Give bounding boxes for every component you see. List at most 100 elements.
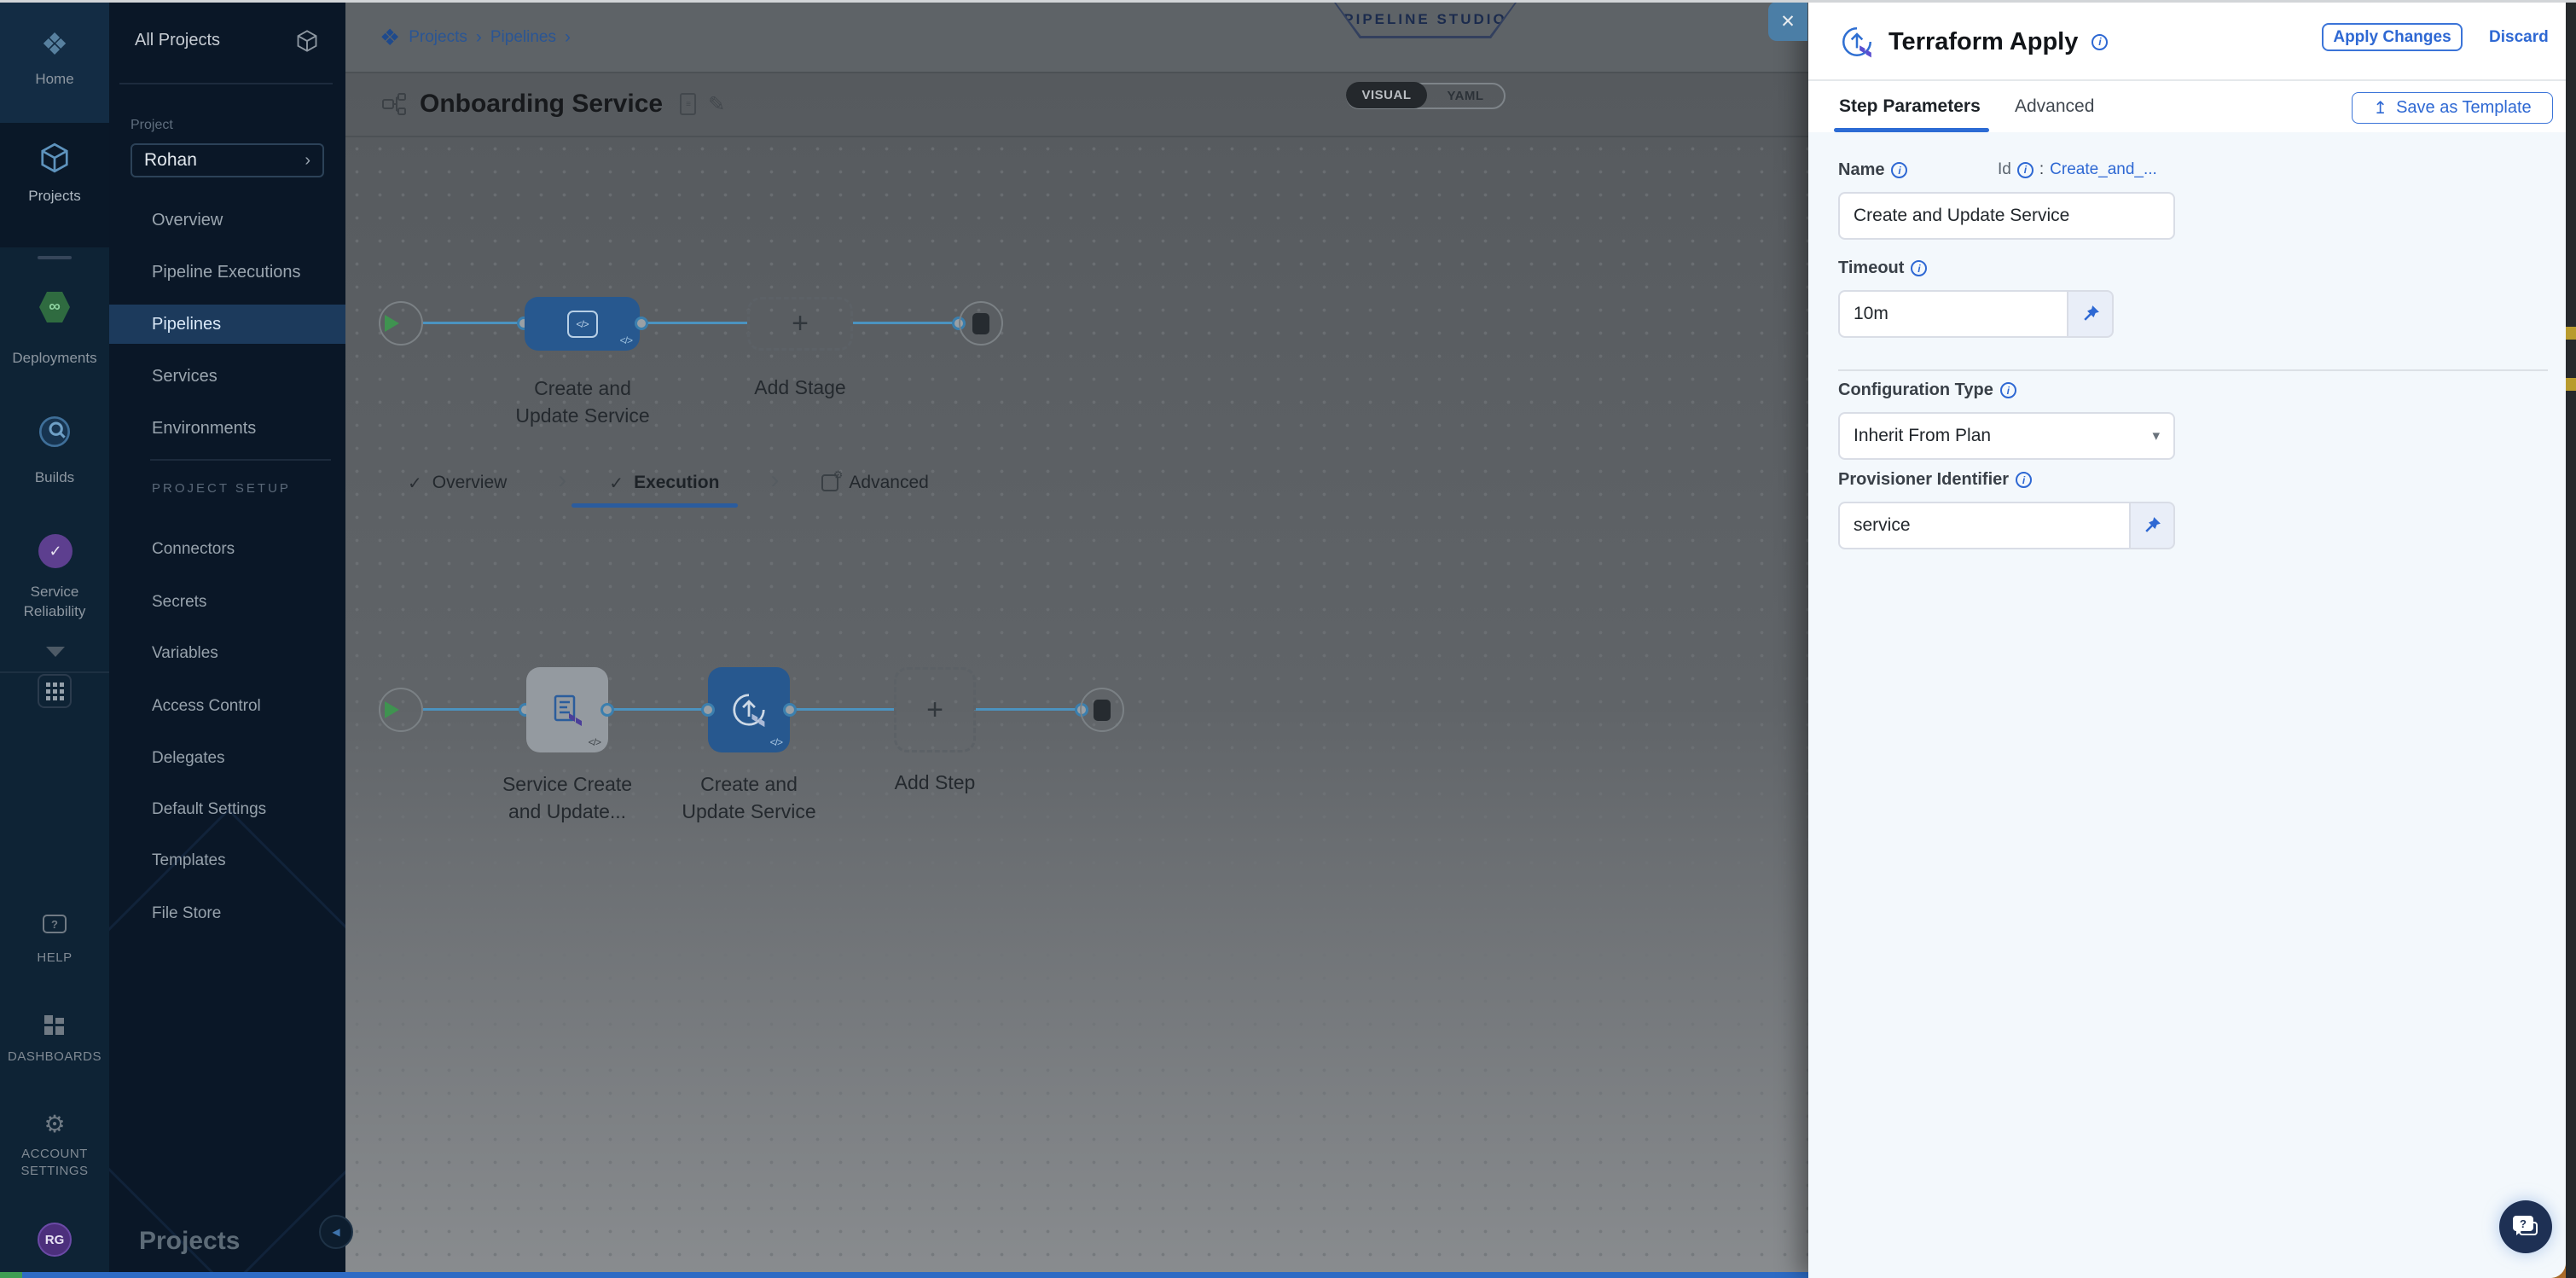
info-icon[interactable]: i xyxy=(2017,162,2034,178)
save-as-template-button[interactable]: ↥ Save as Template xyxy=(2352,92,2553,124)
id-value-link[interactable]: Create_and_... xyxy=(2050,160,2157,179)
sidebar-item-overview[interactable]: Overview xyxy=(152,211,223,230)
tab-advanced[interactable]: Advanced xyxy=(849,473,928,493)
info-icon[interactable]: i xyxy=(2000,382,2016,398)
info-icon[interactable]: i xyxy=(2016,472,2032,488)
breadcrumb-projects-link[interactable]: Projects xyxy=(409,28,467,47)
pin-icon xyxy=(2143,516,2161,535)
sidebar-all-projects[interactable]: All Projects xyxy=(135,31,220,50)
rail-divider xyxy=(38,256,72,259)
rail-item-service-reliability[interactable]: ✓ Service Reliability xyxy=(0,531,109,633)
sidebar-item-environments[interactable]: Environments xyxy=(152,419,256,439)
scroll-marker xyxy=(2566,327,2576,340)
play-icon xyxy=(385,701,399,718)
provisioner-input[interactable] xyxy=(1838,502,2131,549)
drawer-close-button[interactable]: ✕ xyxy=(1768,2,1807,41)
sidebar-item-file-store[interactable]: File Store xyxy=(152,904,221,923)
apply-changes-button[interactable]: Apply Changes xyxy=(2322,23,2463,51)
sidebar-item-delegates[interactable]: Delegates xyxy=(152,749,225,768)
sidebar-item-variables[interactable]: Variables xyxy=(152,644,218,663)
module-grid-icon[interactable] xyxy=(38,674,72,708)
step-node-create-and-update-service[interactable]: </> xyxy=(708,667,790,752)
home-icon: ❖ xyxy=(0,26,109,62)
advanced-gear-icon: ⚙ xyxy=(821,474,838,491)
toggle-visual[interactable]: VISUAL xyxy=(1346,82,1427,108)
id-label: Id xyxy=(1998,160,2011,179)
play-icon xyxy=(385,315,399,332)
tab-overview[interactable]: Overview xyxy=(432,473,508,493)
add-step-node[interactable]: + xyxy=(894,667,976,752)
progress-bar-green xyxy=(0,1272,22,1278)
pipeline-studio-badge: PIPELINE STUDIO xyxy=(1336,3,1515,36)
project-setup-heading: PROJECT SETUP xyxy=(152,481,291,496)
breadcrumb-pipelines-link[interactable]: Pipelines xyxy=(490,28,556,47)
provisioner-pin-button[interactable] xyxy=(2131,502,2175,549)
config-type-label-row: Configuration Type i xyxy=(1838,380,2016,400)
connector-port xyxy=(783,703,797,717)
pipeline-studio-label: PIPELINE STUDIO xyxy=(1343,11,1506,28)
user-avatar[interactable]: RG xyxy=(38,1223,72,1257)
code-mark-icon: </> xyxy=(770,736,782,748)
caret-down-icon: ▾ xyxy=(2152,427,2160,444)
name-input[interactable] xyxy=(1838,192,2175,240)
info-icon[interactable]: i xyxy=(1891,162,1907,178)
drawer-tab-advanced[interactable]: Advanced xyxy=(2015,96,2094,117)
stage-label-line1: Create and xyxy=(534,377,631,400)
sidebar-item-pipelines[interactable]: Pipelines xyxy=(152,315,221,334)
form-divider xyxy=(1838,369,2548,371)
rail-item-builds[interactable]: Builds xyxy=(0,408,109,490)
add-step-label: Add Step xyxy=(895,771,976,794)
sidebar-item-services[interactable]: Services xyxy=(152,367,218,386)
timeout-input[interactable] xyxy=(1838,290,2068,338)
visual-yaml-toggle[interactable]: VISUAL YAML xyxy=(1346,83,1506,109)
timeout-pin-button[interactable] xyxy=(2068,290,2114,338)
pin-icon xyxy=(2081,305,2100,323)
step-node-service-create-and-update[interactable]: </> xyxy=(526,667,608,752)
execution-start-node[interactable] xyxy=(379,688,423,732)
rail-item-deployments[interactable]: ∞ Deployments xyxy=(0,287,109,372)
sidebar-item-secrets[interactable]: Secrets xyxy=(152,593,206,612)
info-icon[interactable]: i xyxy=(2092,34,2108,50)
sidebar-collapse-button[interactable]: ◀ xyxy=(319,1215,353,1249)
rail-item-help[interactable]: ? HELP xyxy=(0,915,109,969)
project-selector[interactable]: Rohan › xyxy=(131,143,324,177)
stop-icon xyxy=(972,313,989,334)
progress-bar-blue xyxy=(22,1272,1808,1278)
tab-execution[interactable]: Execution xyxy=(634,473,719,493)
rail-item-account-settings[interactable]: ⚙ ACCOUNT SETTINGS xyxy=(0,1112,109,1188)
rail-item-home[interactable]: ❖ Home xyxy=(0,3,109,123)
sidebar-item-default-settings[interactable]: Default Settings xyxy=(152,800,266,819)
edge xyxy=(974,708,1082,711)
rail-item-projects[interactable]: Projects xyxy=(0,123,109,247)
drawer-tab-step-parameters[interactable]: Step Parameters xyxy=(1839,96,1981,117)
notes-icon[interactable]: ≡ xyxy=(680,93,696,115)
sidebar-item-pipeline-executions[interactable]: Pipeline Executions xyxy=(152,263,301,282)
info-icon[interactable]: i xyxy=(1911,260,1927,276)
drawer-header-divider xyxy=(1808,79,2566,81)
sidebar-item-connectors[interactable]: Connectors xyxy=(152,540,235,559)
execution-end-node xyxy=(1080,688,1124,732)
add-stage-node[interactable]: + xyxy=(747,297,853,351)
rail-item-dashboards[interactable]: DASHBOARDS xyxy=(0,1015,109,1072)
plus-icon: + xyxy=(792,307,809,340)
chevron-right-icon: › xyxy=(476,27,482,48)
id-row: Id i : Create_and_... xyxy=(1998,160,2157,179)
sidebar-item-templates[interactable]: Templates xyxy=(152,851,226,870)
project-cube-icon[interactable] xyxy=(295,29,319,57)
configuration-type-select[interactable]: Inherit From Plan ▾ xyxy=(1838,412,2175,460)
support-chat-button[interactable]: ? xyxy=(2499,1200,2552,1253)
stage-node-create-and-update-service[interactable]: </> </> xyxy=(525,297,640,351)
deployments-icon: ∞ xyxy=(39,290,70,324)
discard-button[interactable]: Discard xyxy=(2489,28,2549,47)
id-separator: : xyxy=(2039,160,2044,179)
gear-icon: ⚙ xyxy=(0,1112,109,1136)
edit-pencil-icon[interactable]: ✎ xyxy=(708,92,725,117)
toggle-yaml[interactable]: YAML xyxy=(1427,84,1504,107)
step1-label-line1: Service Create xyxy=(502,773,632,796)
builds-icon xyxy=(0,415,109,449)
chevron-down-icon[interactable] xyxy=(46,647,65,657)
right-scroll-strip[interactable] xyxy=(2566,0,2576,1278)
pipeline-start-node[interactable] xyxy=(379,301,423,346)
sidebar-item-access-control[interactable]: Access Control xyxy=(152,697,261,716)
code-mark-icon: </> xyxy=(620,334,632,346)
